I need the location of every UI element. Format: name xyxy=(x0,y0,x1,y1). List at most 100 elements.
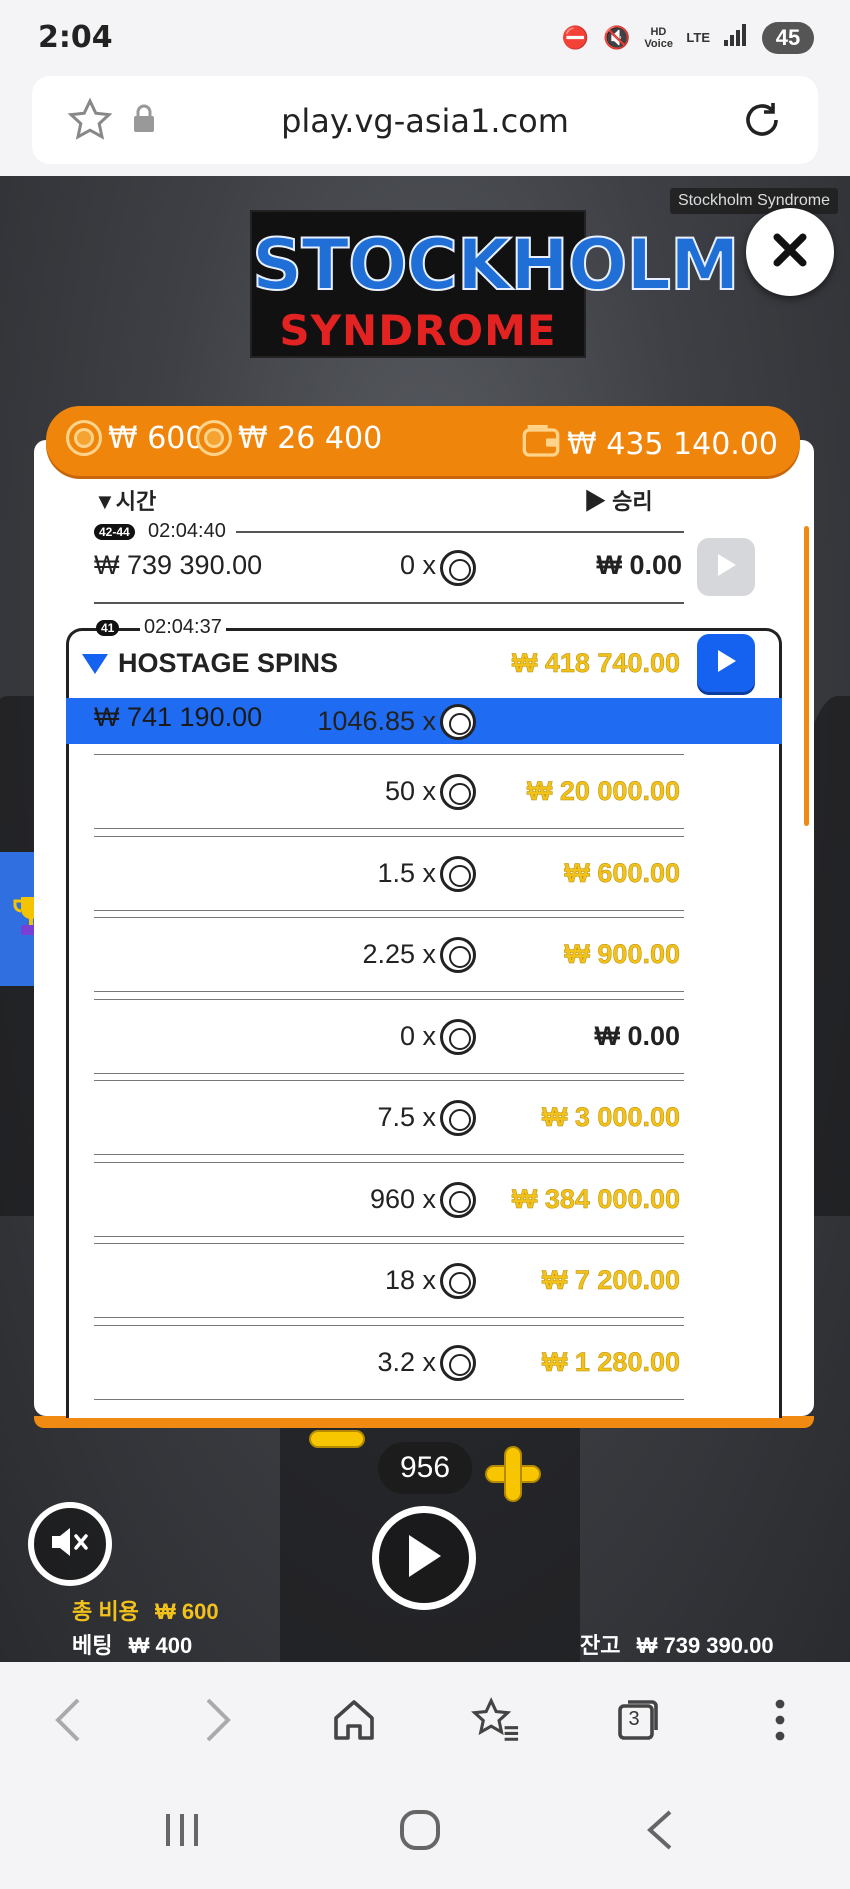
total-cost-label: 총 비용 xyxy=(72,1599,139,1624)
coin-icon xyxy=(440,550,476,586)
url-text[interactable]: play.vg-asia1.com xyxy=(32,102,818,140)
feature-multiplier: 1046.85 x xyxy=(317,706,436,736)
reload-icon[interactable] xyxy=(738,96,786,149)
voice-icon: HD Voice xyxy=(644,26,673,50)
divider xyxy=(94,1154,684,1155)
divider xyxy=(236,531,684,533)
total-cost-value: ₩ 600 xyxy=(154,1599,219,1624)
summary-wallet: ₩ 435 140.00 xyxy=(521,420,778,468)
logo-subtitle: SYNDROME xyxy=(279,306,557,355)
feature-replay-button[interactable] xyxy=(697,634,755,692)
play-icon xyxy=(401,1531,447,1586)
summary-bet: ₩ 600 xyxy=(66,420,204,456)
home-icon[interactable] xyxy=(330,1696,378,1749)
spin-win: ₩ 0.00 xyxy=(594,1021,680,1051)
browser-nav-bar: 3 xyxy=(0,1662,850,1774)
feature-title: HOSTAGE SPINS xyxy=(118,648,339,678)
summary-wallet-value: ₩ 435 140.00 xyxy=(567,426,778,462)
address-bar[interactable]: play.vg-asia1.com xyxy=(32,76,818,164)
network-type: LTE xyxy=(686,30,710,45)
mute-icon: 🔇 xyxy=(603,25,631,50)
back-icon[interactable] xyxy=(50,1696,90,1749)
tab-count: 3 xyxy=(628,1708,640,1730)
spin-multiplier: 18 x xyxy=(384,1265,436,1295)
bet-label: 베팅 xyxy=(72,1633,113,1658)
divider xyxy=(94,910,684,911)
home-button-icon[interactable] xyxy=(398,1808,442,1857)
system-back-icon[interactable] xyxy=(640,1808,680,1857)
divider xyxy=(94,1317,684,1318)
sound-off-icon xyxy=(48,1522,92,1567)
balance-label: 잔고 xyxy=(580,1633,621,1658)
spin-multiplier: 2.25 x xyxy=(362,939,436,969)
divider xyxy=(94,991,684,992)
coin-icon xyxy=(66,420,102,456)
summary-bar: ₩ 600 ₩ 26 400 ₩ 435 140.00 xyxy=(46,406,800,476)
close-button[interactable] xyxy=(746,208,834,296)
scrollbar[interactable] xyxy=(804,526,809,826)
spin-win: ₩ 384 000.00 xyxy=(511,1184,681,1215)
divider xyxy=(94,1162,684,1163)
do-not-disturb-icon: ⛔ xyxy=(561,25,589,50)
spin-multiplier: 1.5 x xyxy=(377,858,436,888)
spin-multiplier: 50 x xyxy=(384,776,436,806)
divider xyxy=(94,602,684,604)
spin-multiplier: 3.2 x xyxy=(377,1347,436,1377)
divider xyxy=(94,754,684,755)
spin-multiplier: 7.5 x xyxy=(377,1102,436,1132)
menu-icon[interactable] xyxy=(762,1696,798,1749)
increase-button[interactable] xyxy=(484,1438,542,1520)
feature-total-win: ₩ 418 740.00 xyxy=(511,648,681,679)
stepper-value: 956 xyxy=(378,1442,472,1494)
divider xyxy=(94,1243,684,1244)
play-icon xyxy=(714,552,738,583)
divider xyxy=(94,1399,684,1400)
divider xyxy=(94,917,684,918)
divider xyxy=(94,1073,684,1074)
divider xyxy=(94,999,684,1000)
round-multiplier: 0 x xyxy=(399,550,436,580)
spin-win: ₩ 7 200.00 xyxy=(541,1265,681,1296)
play-icon xyxy=(714,648,738,679)
battery-indicator: 45 xyxy=(762,22,814,54)
column-time-header[interactable]: ▼시간 xyxy=(94,484,156,516)
spin-win: ₩ 20 000.00 xyxy=(526,776,681,807)
divider xyxy=(94,1080,684,1081)
forward-icon[interactable] xyxy=(196,1696,236,1749)
coin-icon xyxy=(440,704,476,740)
balance-line: 잔고 ₩ 739 390.00 xyxy=(580,1628,774,1660)
spin-multiplier: 0 x xyxy=(399,1021,436,1051)
bet-value: ₩ 400 xyxy=(128,1633,193,1658)
round-time: 02:04:40 xyxy=(148,520,226,542)
summary-total-value: ₩ 26 400 xyxy=(238,420,383,456)
feature-balance: ₩ 741 190.00 xyxy=(94,702,263,732)
status-time: 2:04 xyxy=(38,20,113,55)
close-icon xyxy=(768,228,812,277)
feature-badge: 41 xyxy=(96,620,120,636)
wallet-icon xyxy=(521,420,561,468)
status-icons: ⛔ 🔇 HD Voice LTE 45 xyxy=(562,22,814,54)
spin-button[interactable] xyxy=(372,1506,476,1610)
feature-time: 02:04:37 xyxy=(140,616,226,639)
recent-apps-icon[interactable] xyxy=(160,1810,204,1855)
divider xyxy=(94,1325,684,1326)
divider xyxy=(94,828,684,829)
bookmarks-icon[interactable] xyxy=(470,1696,520,1749)
game-logo: STOCKHOLM SYNDROME xyxy=(250,210,741,358)
column-win-header[interactable]: ▶ 승리 xyxy=(584,484,653,516)
collapse-triangle-icon[interactable] xyxy=(80,652,110,681)
tabs-button[interactable]: 3 xyxy=(614,1696,662,1749)
game-name-tag: Stockholm Syndrome xyxy=(669,188,838,214)
bet-line: 베팅 ₩ 400 xyxy=(72,1628,192,1660)
balance-value: ₩ 739 390.00 xyxy=(636,1633,774,1658)
status-bar: 2:04 ⛔ 🔇 HD Voice LTE 45 xyxy=(0,0,850,74)
total-cost-line: 총 비용 ₩ 600 xyxy=(72,1594,219,1626)
system-nav-bar xyxy=(0,1774,850,1889)
spin-multiplier: 960 x xyxy=(369,1184,436,1214)
signal-icon xyxy=(724,24,748,52)
logo-title: STOCKHOLM xyxy=(251,223,741,307)
sound-toggle-button[interactable] xyxy=(28,1502,112,1586)
coin-icon xyxy=(196,420,232,456)
round-win: ₩ 0.00 xyxy=(596,550,682,580)
replay-button[interactable] xyxy=(697,538,755,596)
